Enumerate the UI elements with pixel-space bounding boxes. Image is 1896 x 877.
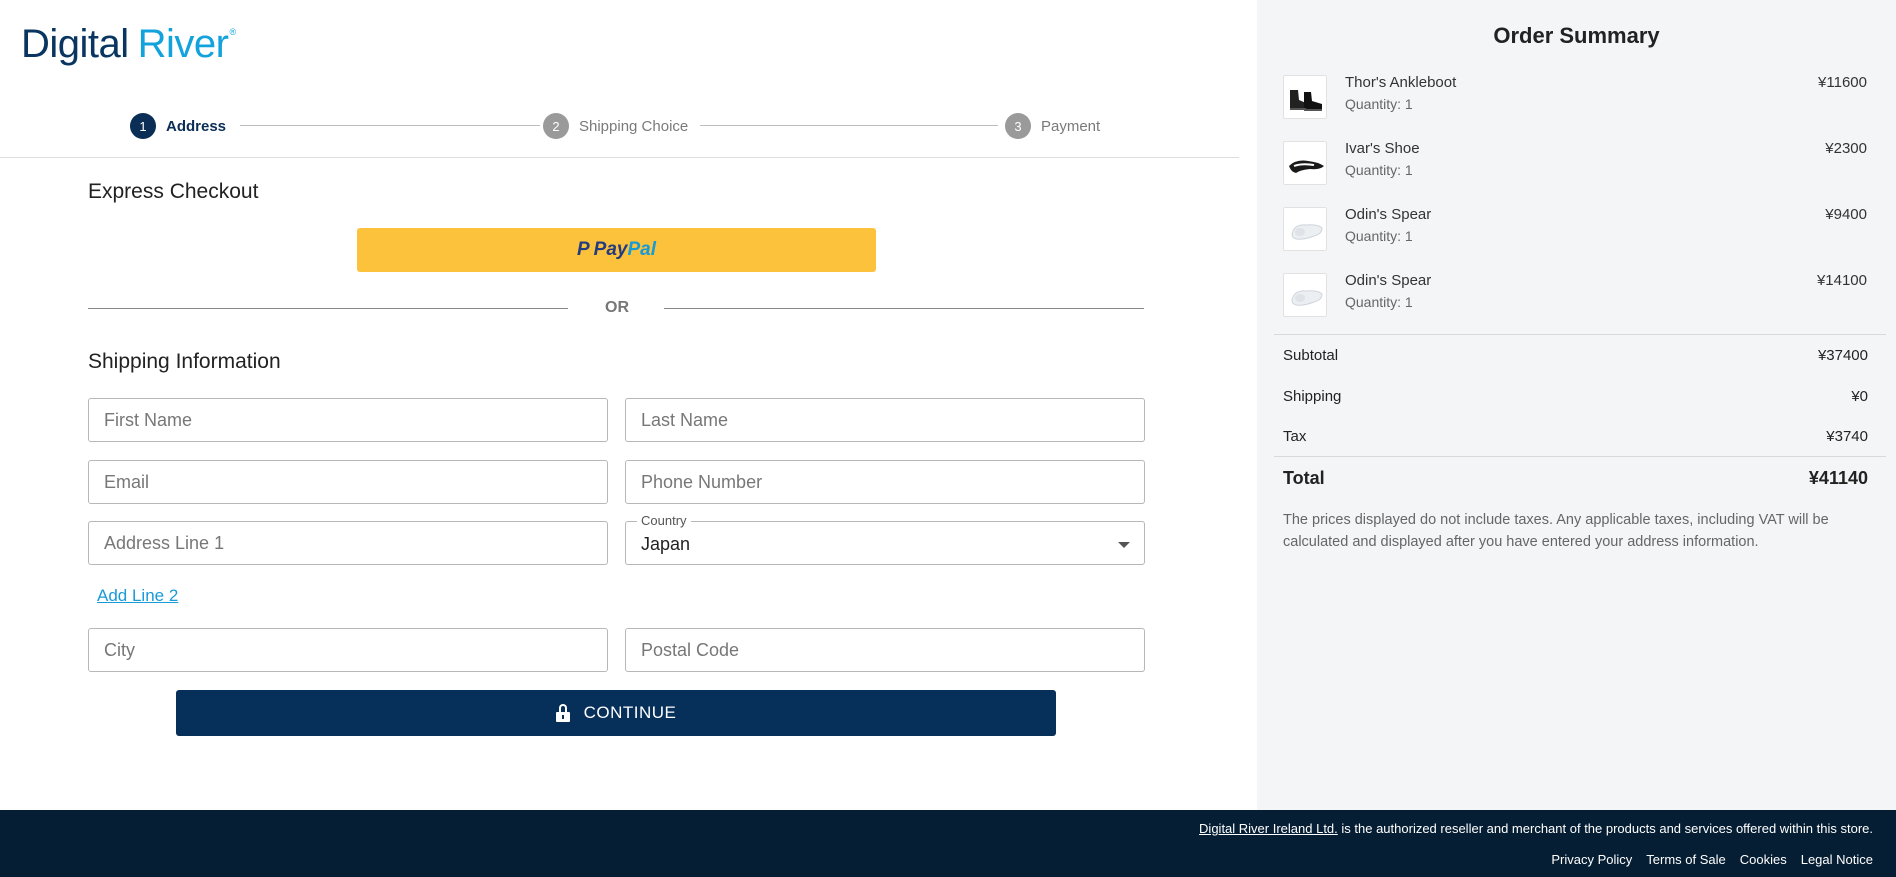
postal-code-input[interactable] [626, 629, 1144, 671]
logo-registered-mark: ® [229, 27, 237, 37]
shipping-label: Shipping [1283, 388, 1342, 405]
tax-value: ¥3740 [1826, 428, 1868, 445]
step-shipping-choice: 2 Shipping Choice [543, 112, 688, 140]
total-value: ¥41140 [1808, 468, 1868, 488]
country-select[interactable]: Country Japan [625, 513, 1145, 565]
legal-notice-link[interactable]: Legal Notice [1801, 852, 1873, 867]
shipping-information-heading: Shipping Information [88, 350, 281, 373]
dropdown-caret-icon [1118, 542, 1130, 548]
email-input[interactable] [89, 461, 607, 503]
tax-label: Tax [1283, 428, 1307, 445]
address-line-1-input[interactable] [89, 522, 607, 564]
order-item: Odin's Spear Quantity: 1 ¥9400 [1283, 203, 1875, 253]
city-input[interactable] [89, 629, 607, 671]
step-label: Payment [1041, 117, 1101, 135]
spear-image [1283, 273, 1327, 317]
terms-of-sale-link[interactable]: Terms of Sale [1646, 852, 1725, 867]
step-address: 1 Address [130, 112, 226, 140]
or-line-right [664, 308, 1144, 309]
item-quantity: Quantity: 1 [1345, 294, 1413, 310]
continue-button[interactable]: CONTINUE [176, 690, 1056, 736]
step-number: 1 [130, 113, 156, 139]
item-price: ¥9400 [1825, 206, 1867, 223]
item-quantity: Quantity: 1 [1345, 96, 1413, 112]
item-name: Odin's Spear [1345, 272, 1432, 289]
shipping-value: ¥0 [1851, 388, 1868, 405]
step-connector [240, 125, 540, 126]
footer-links: Privacy Policy Terms of Sale Cookies Leg… [1551, 852, 1873, 867]
step-label: Address [166, 117, 227, 135]
phone-number-field [625, 460, 1145, 504]
tax-note: The prices displayed do not include taxe… [1283, 512, 1829, 550]
add-line-2-link[interactable]: Add Line 2 [97, 586, 178, 606]
step-number: 3 [1005, 113, 1031, 139]
shoe-image [1283, 141, 1327, 185]
cookies-link[interactable]: Cookies [1740, 852, 1787, 867]
postal-code-field [625, 628, 1145, 672]
subtotal-label: Subtotal [1283, 347, 1339, 364]
spear-image [1283, 207, 1327, 251]
totals-divider [1274, 456, 1886, 457]
item-price: ¥14100 [1816, 272, 1867, 289]
last-name-input[interactable] [626, 399, 1144, 441]
or-text: OR [605, 299, 629, 316]
header-divider [0, 157, 1239, 158]
checkout-main: Digital River ® 1 Address 2 Shipping Cho… [0, 0, 1257, 810]
ankleboot-image [1283, 75, 1327, 119]
logo-word-river: River [137, 22, 229, 66]
city-field [88, 628, 608, 672]
express-checkout-heading: Express Checkout [88, 180, 259, 203]
item-price: ¥11600 [1818, 74, 1867, 91]
reseller-text: is the authorized reseller and merchant … [1337, 821, 1873, 836]
order-summary-title: Order Summary [1493, 23, 1660, 48]
step-connector [700, 125, 998, 126]
reseller-statement: Digital River Ireland Ltd. is the author… [1199, 821, 1873, 836]
step-payment: 3 Payment [1005, 112, 1100, 140]
address-line-1-field [88, 521, 608, 565]
paypal-word-pal: Pal [627, 239, 657, 260]
country-value: Japan [641, 534, 691, 554]
or-line-left [88, 308, 568, 309]
first-name-field [88, 398, 608, 442]
lock-icon [555, 704, 570, 722]
country-label: Country [637, 513, 691, 528]
total-label: Total [1283, 468, 1325, 488]
item-quantity: Quantity: 1 [1345, 162, 1413, 178]
order-item: Thor's Ankleboot Quantity: 1 ¥11600 [1283, 71, 1875, 121]
order-item: Ivar's Shoe Quantity: 1 ¥2300 [1283, 137, 1875, 187]
reseller-link[interactable]: Digital River Ireland Ltd. [1199, 821, 1338, 836]
or-separator: OR [88, 298, 1144, 318]
order-item: Odin's Spear Quantity: 1 ¥14100 [1283, 269, 1875, 319]
item-name: Odin's Spear [1345, 206, 1432, 223]
order-summary-panel: Order Summary Thor's Ankleboot Quantity:… [1257, 0, 1896, 810]
paypal-word-pay: Pay [593, 239, 628, 260]
continue-label: CONTINUE [583, 703, 677, 722]
logo-word-digital: Digital [21, 22, 129, 66]
first-name-input[interactable] [89, 399, 607, 441]
item-name: Thor's Ankleboot [1345, 74, 1457, 91]
subtotal-value: ¥37400 [1817, 347, 1868, 364]
checkout-stepper: 1 Address 2 Shipping Choice 3 Payment [130, 112, 1102, 140]
item-price: ¥2300 [1825, 140, 1867, 157]
email-field [88, 460, 608, 504]
privacy-policy-link[interactable]: Privacy Policy [1551, 852, 1632, 867]
last-name-field [625, 398, 1145, 442]
footer: Digital River Ireland Ltd. is the author… [0, 810, 1896, 877]
item-name: Ivar's Shoe [1345, 140, 1420, 157]
digital-river-logo[interactable]: Digital River ® [21, 22, 236, 70]
step-number: 2 [543, 113, 569, 139]
item-quantity: Quantity: 1 [1345, 228, 1413, 244]
paypal-icon: P [576, 239, 590, 260]
items-divider [1274, 334, 1886, 335]
step-label: Shipping Choice [579, 117, 689, 135]
phone-number-input[interactable] [626, 461, 1144, 503]
paypal-button[interactable]: P Pay Pal [357, 228, 876, 272]
